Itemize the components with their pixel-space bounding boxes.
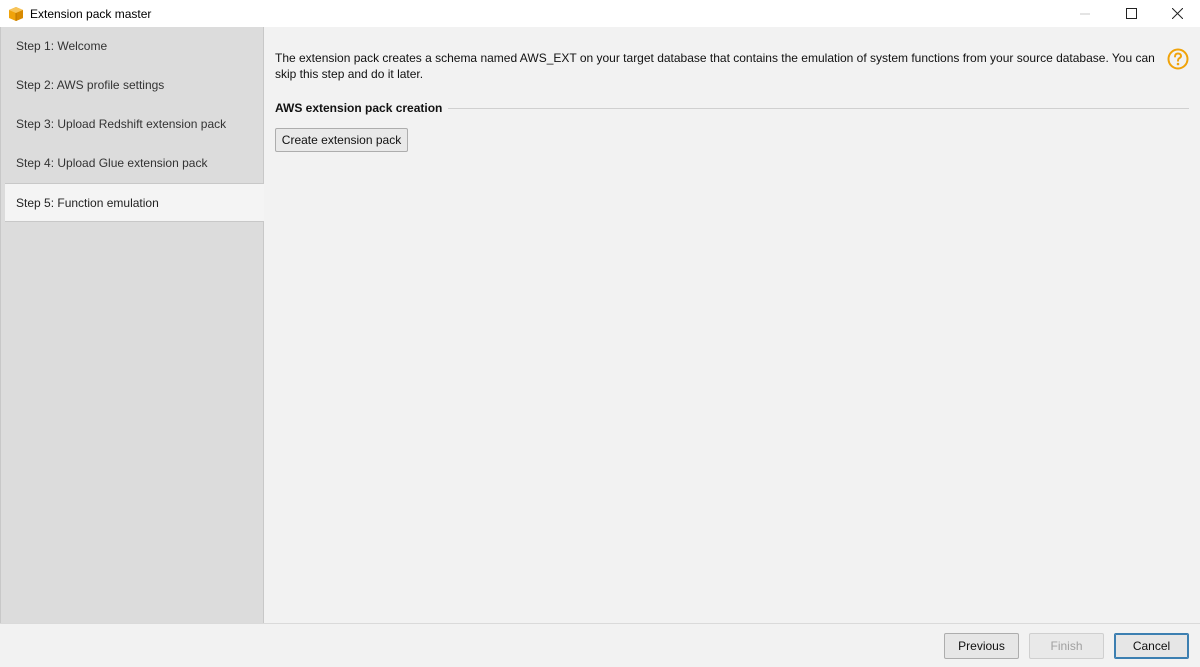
aws-box-icon (8, 6, 24, 22)
step-label: Step 4: Upload Glue extension pack (16, 156, 208, 170)
help-question-icon[interactable] (1167, 48, 1189, 70)
create-extension-pack-button[interactable]: Create extension pack (275, 128, 408, 152)
sidebar-step-welcome[interactable]: Step 1: Welcome (1, 27, 263, 66)
sidebar-step-aws-profile[interactable]: Step 2: AWS profile settings (1, 66, 263, 105)
window-controls (1062, 0, 1200, 27)
close-icon[interactable] (1154, 0, 1200, 27)
maximize-icon[interactable] (1108, 0, 1154, 27)
step-label: Step 1: Welcome (16, 39, 108, 53)
previous-button[interactable]: Previous (944, 633, 1019, 659)
sidebar-step-function-emulation[interactable]: Step 5: Function emulation (5, 183, 264, 222)
section-divider (448, 107, 1189, 109)
section-header: AWS extension pack creation (275, 101, 1189, 115)
section-title: AWS extension pack creation (275, 101, 443, 115)
title-bar: Extension pack master (0, 0, 1200, 27)
step-label: Step 5: Function emulation (16, 195, 159, 210)
window-title: Extension pack master (30, 6, 152, 21)
sidebar-step-upload-glue[interactable]: Step 4: Upload Glue extension pack (1, 144, 263, 183)
minimize-icon[interactable] (1062, 0, 1108, 27)
step-label: Step 2: AWS profile settings (16, 78, 165, 92)
sidebar-step-upload-redshift[interactable]: Step 3: Upload Redshift extension pack (1, 105, 263, 144)
finish-button[interactable]: Finish (1029, 633, 1104, 659)
step-description: The extension pack creates a schema name… (275, 51, 1155, 81)
step-label: Step 3: Upload Redshift extension pack (16, 117, 227, 131)
wizard-footer: Previous Finish Cancel (0, 623, 1200, 667)
cancel-button[interactable]: Cancel (1114, 633, 1189, 659)
step-content-panel: The extension pack creates a schema name… (265, 27, 1200, 623)
wizard-steps-sidebar: Step 1: Welcome Step 2: AWS profile sett… (0, 27, 264, 623)
